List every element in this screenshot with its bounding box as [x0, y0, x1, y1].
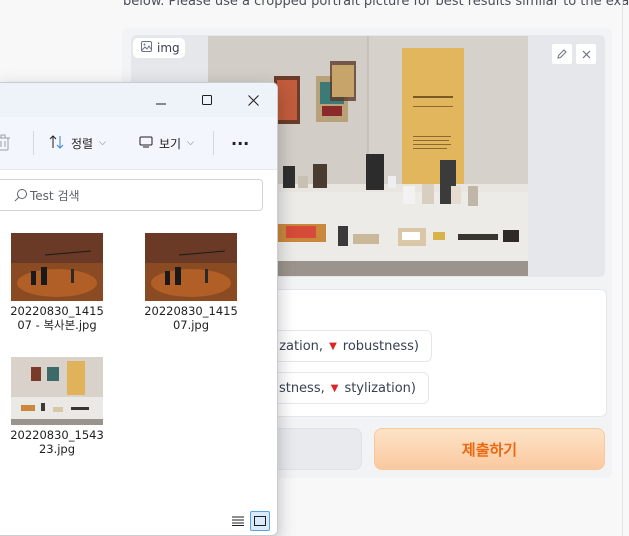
file-name: 20220830_141507.jpg [144, 304, 238, 332]
close-icon[interactable] [231, 86, 275, 114]
file-name: 20220830_141507 - 복사본.jpg [10, 304, 104, 332]
search-icon [14, 188, 28, 205]
file-thumbnail [11, 233, 103, 301]
close-icon[interactable] [575, 43, 597, 65]
file-item[interactable]: 20220830_141507.jpg [133, 233, 249, 332]
toolbar-separator [33, 131, 34, 155]
image-input-label: img [132, 37, 186, 59]
chevron-down-icon: ⌵ [99, 138, 106, 148]
submit-button[interactable]: 제출하기 [374, 428, 605, 470]
image-icon [141, 41, 152, 55]
view-label: 보기 [159, 136, 182, 151]
file-name: 20220830_154323.jpg [10, 428, 104, 456]
edit-icon[interactable] [551, 43, 573, 65]
sort-label: 정렬 [71, 136, 94, 151]
search-placeholder: Test 검색 [30, 188, 80, 203]
large-icons-view-icon[interactable] [250, 511, 270, 531]
file-thumbnail [11, 357, 103, 425]
chevron-down-icon: ⌵ [187, 138, 194, 148]
image-tools [551, 43, 597, 65]
title-bar[interactable] [0, 83, 277, 117]
image-label-text: img [157, 41, 180, 55]
radio-option-1-text-b: robustness) [342, 338, 419, 354]
sort-icon [49, 134, 65, 152]
search-input[interactable]: Test 검색 [0, 179, 263, 211]
view-button[interactable]: 보기 ⌵ [139, 130, 194, 156]
file-explorer-window: 정렬 ⌵ 보기 ⌵ ··· Test 검색 20220830_141507 - … [0, 82, 278, 536]
down-triangle-icon: ▼ [329, 340, 337, 352]
sort-button[interactable]: 정렬 ⌵ [49, 130, 106, 156]
file-item[interactable]: 20220830_154323.jpg [0, 357, 115, 456]
radio-option-2-text-b: stylization) [344, 380, 416, 396]
instruction-text: below. Please use a cropped portrait pic… [123, 0, 629, 9]
down-triangle-icon: ▼ [330, 382, 339, 394]
maximize-icon[interactable] [185, 86, 229, 114]
details-view-icon[interactable] [228, 511, 248, 531]
file-item[interactable]: 20220830_141507 - 복사본.jpg [0, 233, 115, 332]
file-thumbnail [145, 233, 237, 301]
more-options-button[interactable]: ··· [231, 130, 249, 156]
minimize-icon[interactable] [139, 86, 183, 114]
command-bar: 정렬 ⌵ 보기 ⌵ ··· [0, 117, 277, 170]
toolbar-separator [213, 131, 214, 155]
trash-icon[interactable] [0, 130, 11, 156]
view-icon [139, 136, 153, 151]
page-divider [622, 0, 623, 536]
